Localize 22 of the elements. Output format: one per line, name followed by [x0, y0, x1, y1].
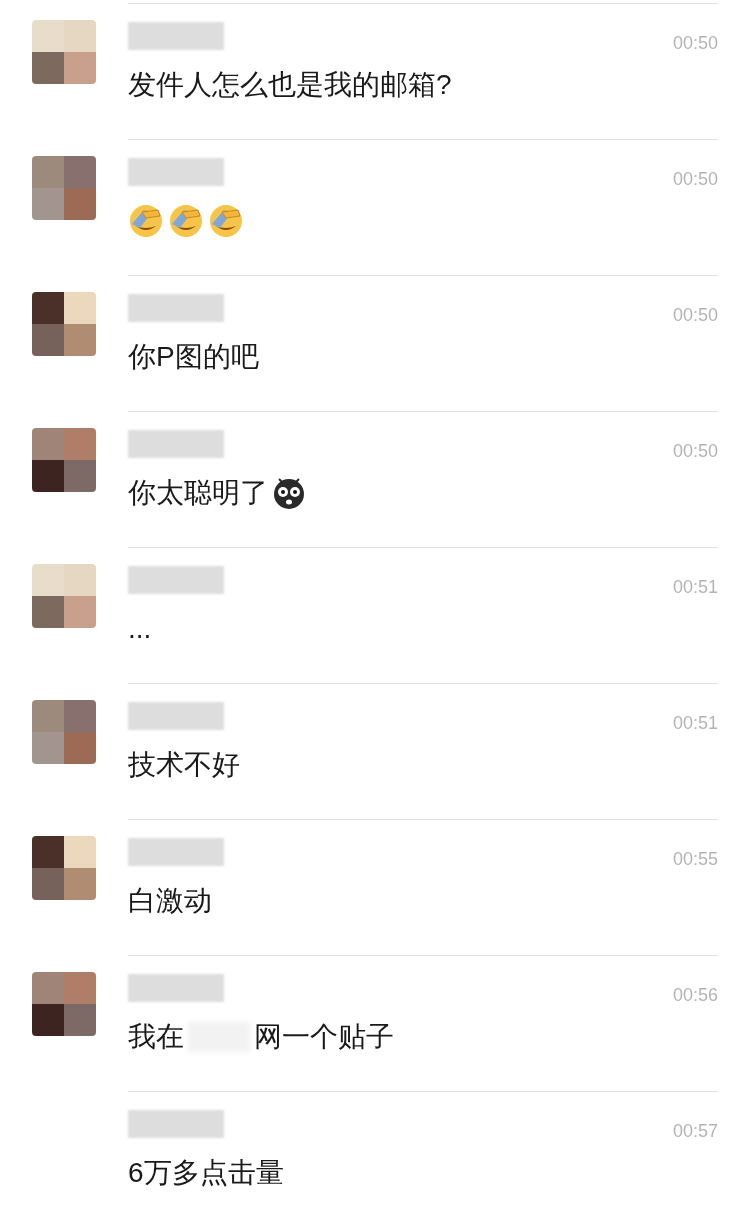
message-text: 你太聪明了 — [128, 476, 268, 510]
message-text: 白激动 — [128, 884, 212, 918]
message-time: 00:57 — [672, 1120, 718, 1143]
message-time: 00:56 — [672, 984, 718, 1007]
message-text: 我在 — [128, 1020, 184, 1054]
message-time: 00:50 — [672, 168, 718, 191]
message-time: 00:55 — [672, 848, 718, 871]
facepalm-emoji-icon — [168, 204, 204, 238]
message-text: 发件人怎么也是我的邮箱? — [128, 68, 452, 102]
facepalm-emoji-icon — [208, 204, 244, 238]
shocked-emoji-icon — [272, 476, 306, 510]
message-text: 技术不好 — [128, 748, 240, 782]
message-time: 00:50 — [672, 32, 718, 55]
message-text: 网一个贴子 — [254, 1020, 394, 1054]
message-text: 你P图的吧 — [128, 340, 259, 374]
facepalm-emoji-icon — [128, 204, 164, 238]
message-text: ... — [128, 612, 152, 646]
message-time: 00:51 — [672, 712, 718, 735]
message-text: 6万多点击量 — [128, 1156, 284, 1190]
message-time: 00:50 — [672, 440, 718, 463]
message-time: 00:51 — [672, 576, 718, 599]
message-time: 00:50 — [672, 304, 718, 327]
